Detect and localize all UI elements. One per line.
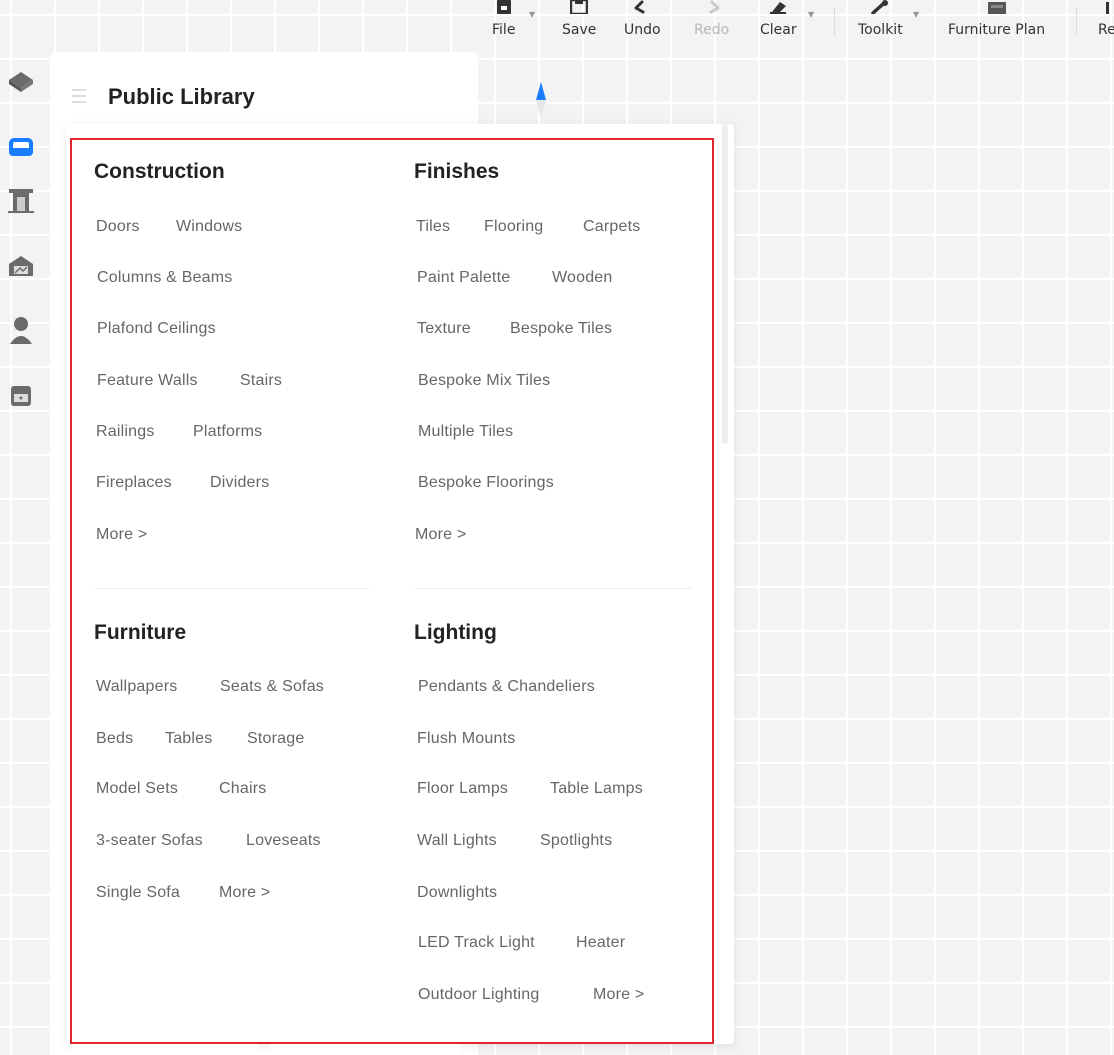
rail-item-3d[interactable]	[5, 66, 37, 98]
link-wallpapers[interactable]: Wallpapers	[96, 678, 177, 696]
cut-icon	[1102, 0, 1112, 14]
link-spotlights[interactable]: Spotlights	[540, 832, 612, 850]
link-chairs[interactable]: Chairs	[219, 780, 266, 798]
link-carpets[interactable]: Carpets	[583, 218, 640, 236]
undo-button[interactable]: Undo	[624, 0, 661, 48]
link-dividers[interactable]: Dividers	[210, 474, 269, 492]
save-button[interactable]: Save	[562, 0, 596, 48]
link-outdoor-lighting[interactable]: Outdoor Lighting	[418, 986, 540, 1004]
link-bespoke-mix-tiles[interactable]: Bespoke Mix Tiles	[418, 372, 550, 390]
file-caret-icon[interactable]: ▼	[529, 10, 535, 19]
left-rail	[0, 52, 46, 1055]
more-construction-link[interactable]: More >	[96, 526, 147, 544]
file-button[interactable]: File	[492, 0, 515, 48]
category-title-lighting: Lighting	[414, 621, 497, 644]
sofa-icon	[9, 138, 33, 156]
rail-item-user[interactable]	[5, 314, 37, 346]
compass-icon[interactable]	[534, 80, 548, 124]
redo-icon	[702, 0, 722, 14]
rail-item-doors[interactable]	[5, 184, 37, 216]
link-storage[interactable]: Storage	[247, 730, 304, 748]
link-flooring[interactable]: Flooring	[484, 218, 543, 236]
link-wall-lights[interactable]: Wall Lights	[417, 832, 497, 850]
link-tables[interactable]: Tables	[165, 730, 212, 748]
link-model-sets[interactable]: Model Sets	[96, 780, 178, 798]
link-beds[interactable]: Beds	[96, 730, 133, 748]
cube-icon	[9, 72, 33, 92]
link-led-track-light[interactable]: LED Track Light	[418, 934, 535, 952]
rail-item-buildings[interactable]	[5, 250, 37, 282]
scrollbar[interactable]	[722, 124, 728, 444]
link-table-lamps[interactable]: Table Lamps	[550, 780, 643, 798]
toolkit-caret-icon[interactable]: ▼	[913, 10, 919, 19]
file-icon	[496, 0, 512, 14]
link-windows[interactable]: Windows	[176, 218, 242, 236]
toolkit-button[interactable]: Toolkit	[858, 0, 903, 48]
link-bespoke-tiles[interactable]: Bespoke Tiles	[510, 320, 612, 338]
toolbar-divider	[1076, 8, 1077, 36]
divider	[94, 588, 370, 589]
redo-button[interactable]: Redo	[694, 0, 729, 48]
clear-button[interactable]: Clear	[760, 0, 797, 48]
link-tiles[interactable]: Tiles	[416, 218, 450, 236]
link-downlights[interactable]: Downlights	[417, 884, 497, 902]
drag-handle-icon[interactable]	[72, 88, 86, 108]
top-toolbar: File ▼ Save Undo Redo Clear ▼ Toolkit ▼	[478, 0, 1114, 48]
link-single-sofa[interactable]: Single Sofa	[96, 884, 180, 902]
library-item-thumbnail[interactable]	[270, 1044, 460, 1055]
link-heater[interactable]: Heater	[576, 934, 625, 952]
library-item-thumbnail[interactable]	[72, 1044, 258, 1055]
category-title-construction: Construction	[94, 160, 225, 183]
category-title-furniture: Furniture	[94, 621, 187, 644]
link-platforms[interactable]: Platforms	[193, 423, 262, 441]
toolbar-divider	[834, 8, 835, 36]
category-title-finishes: Finishes	[414, 160, 500, 183]
link-stairs[interactable]: Stairs	[240, 372, 282, 390]
furniture-plan-button[interactable]: Furniture Plan	[948, 0, 1045, 48]
more-lighting-link[interactable]: More >	[593, 986, 644, 1004]
user-icon	[10, 317, 32, 344]
save-icon	[570, 0, 589, 14]
library-title: Public Library	[108, 84, 255, 109]
cut-button[interactable]: Re	[1098, 0, 1114, 48]
clear-caret-icon[interactable]: ▼	[808, 10, 814, 19]
link-multiple-tiles[interactable]: Multiple Tiles	[418, 423, 513, 441]
wrench-icon	[870, 0, 890, 14]
door-icon	[8, 189, 34, 213]
divider	[414, 588, 692, 589]
link-pendants-chandeliers[interactable]: Pendants & Chandeliers	[418, 678, 595, 696]
link-flush-mounts[interactable]: Flush Mounts	[417, 730, 515, 748]
cabinet-icon	[11, 386, 31, 406]
rail-item-library[interactable]	[5, 130, 37, 162]
house-icon	[9, 256, 33, 276]
link-3-seater-sofas[interactable]: 3-seater Sofas	[96, 832, 203, 850]
link-wooden[interactable]: Wooden	[552, 269, 613, 287]
link-paint-palette[interactable]: Paint Palette	[417, 269, 510, 287]
more-furniture-link[interactable]: More >	[219, 884, 270, 902]
link-loveseats[interactable]: Loveseats	[246, 832, 321, 850]
rail-item-cabinet[interactable]	[5, 380, 37, 412]
link-doors[interactable]: Doors	[96, 218, 140, 236]
link-plafond-ceilings[interactable]: Plafond Ceilings	[97, 320, 216, 338]
link-fireplaces[interactable]: Fireplaces	[96, 474, 172, 492]
eraser-icon	[768, 0, 788, 14]
link-seats-sofas[interactable]: Seats & Sofas	[220, 678, 324, 696]
more-finishes-link[interactable]: More >	[415, 526, 466, 544]
category-dropdown	[66, 124, 734, 1044]
link-railings[interactable]: Railings	[96, 423, 155, 441]
furniture-plan-icon	[986, 0, 1008, 14]
link-bespoke-floorings[interactable]: Bespoke Floorings	[418, 474, 554, 492]
undo-icon	[632, 0, 652, 14]
link-feature-walls[interactable]: Feature Walls	[97, 372, 198, 390]
link-columns-beams[interactable]: Columns & Beams	[97, 269, 233, 287]
link-floor-lamps[interactable]: Floor Lamps	[417, 780, 508, 798]
link-texture[interactable]: Texture	[417, 320, 471, 338]
